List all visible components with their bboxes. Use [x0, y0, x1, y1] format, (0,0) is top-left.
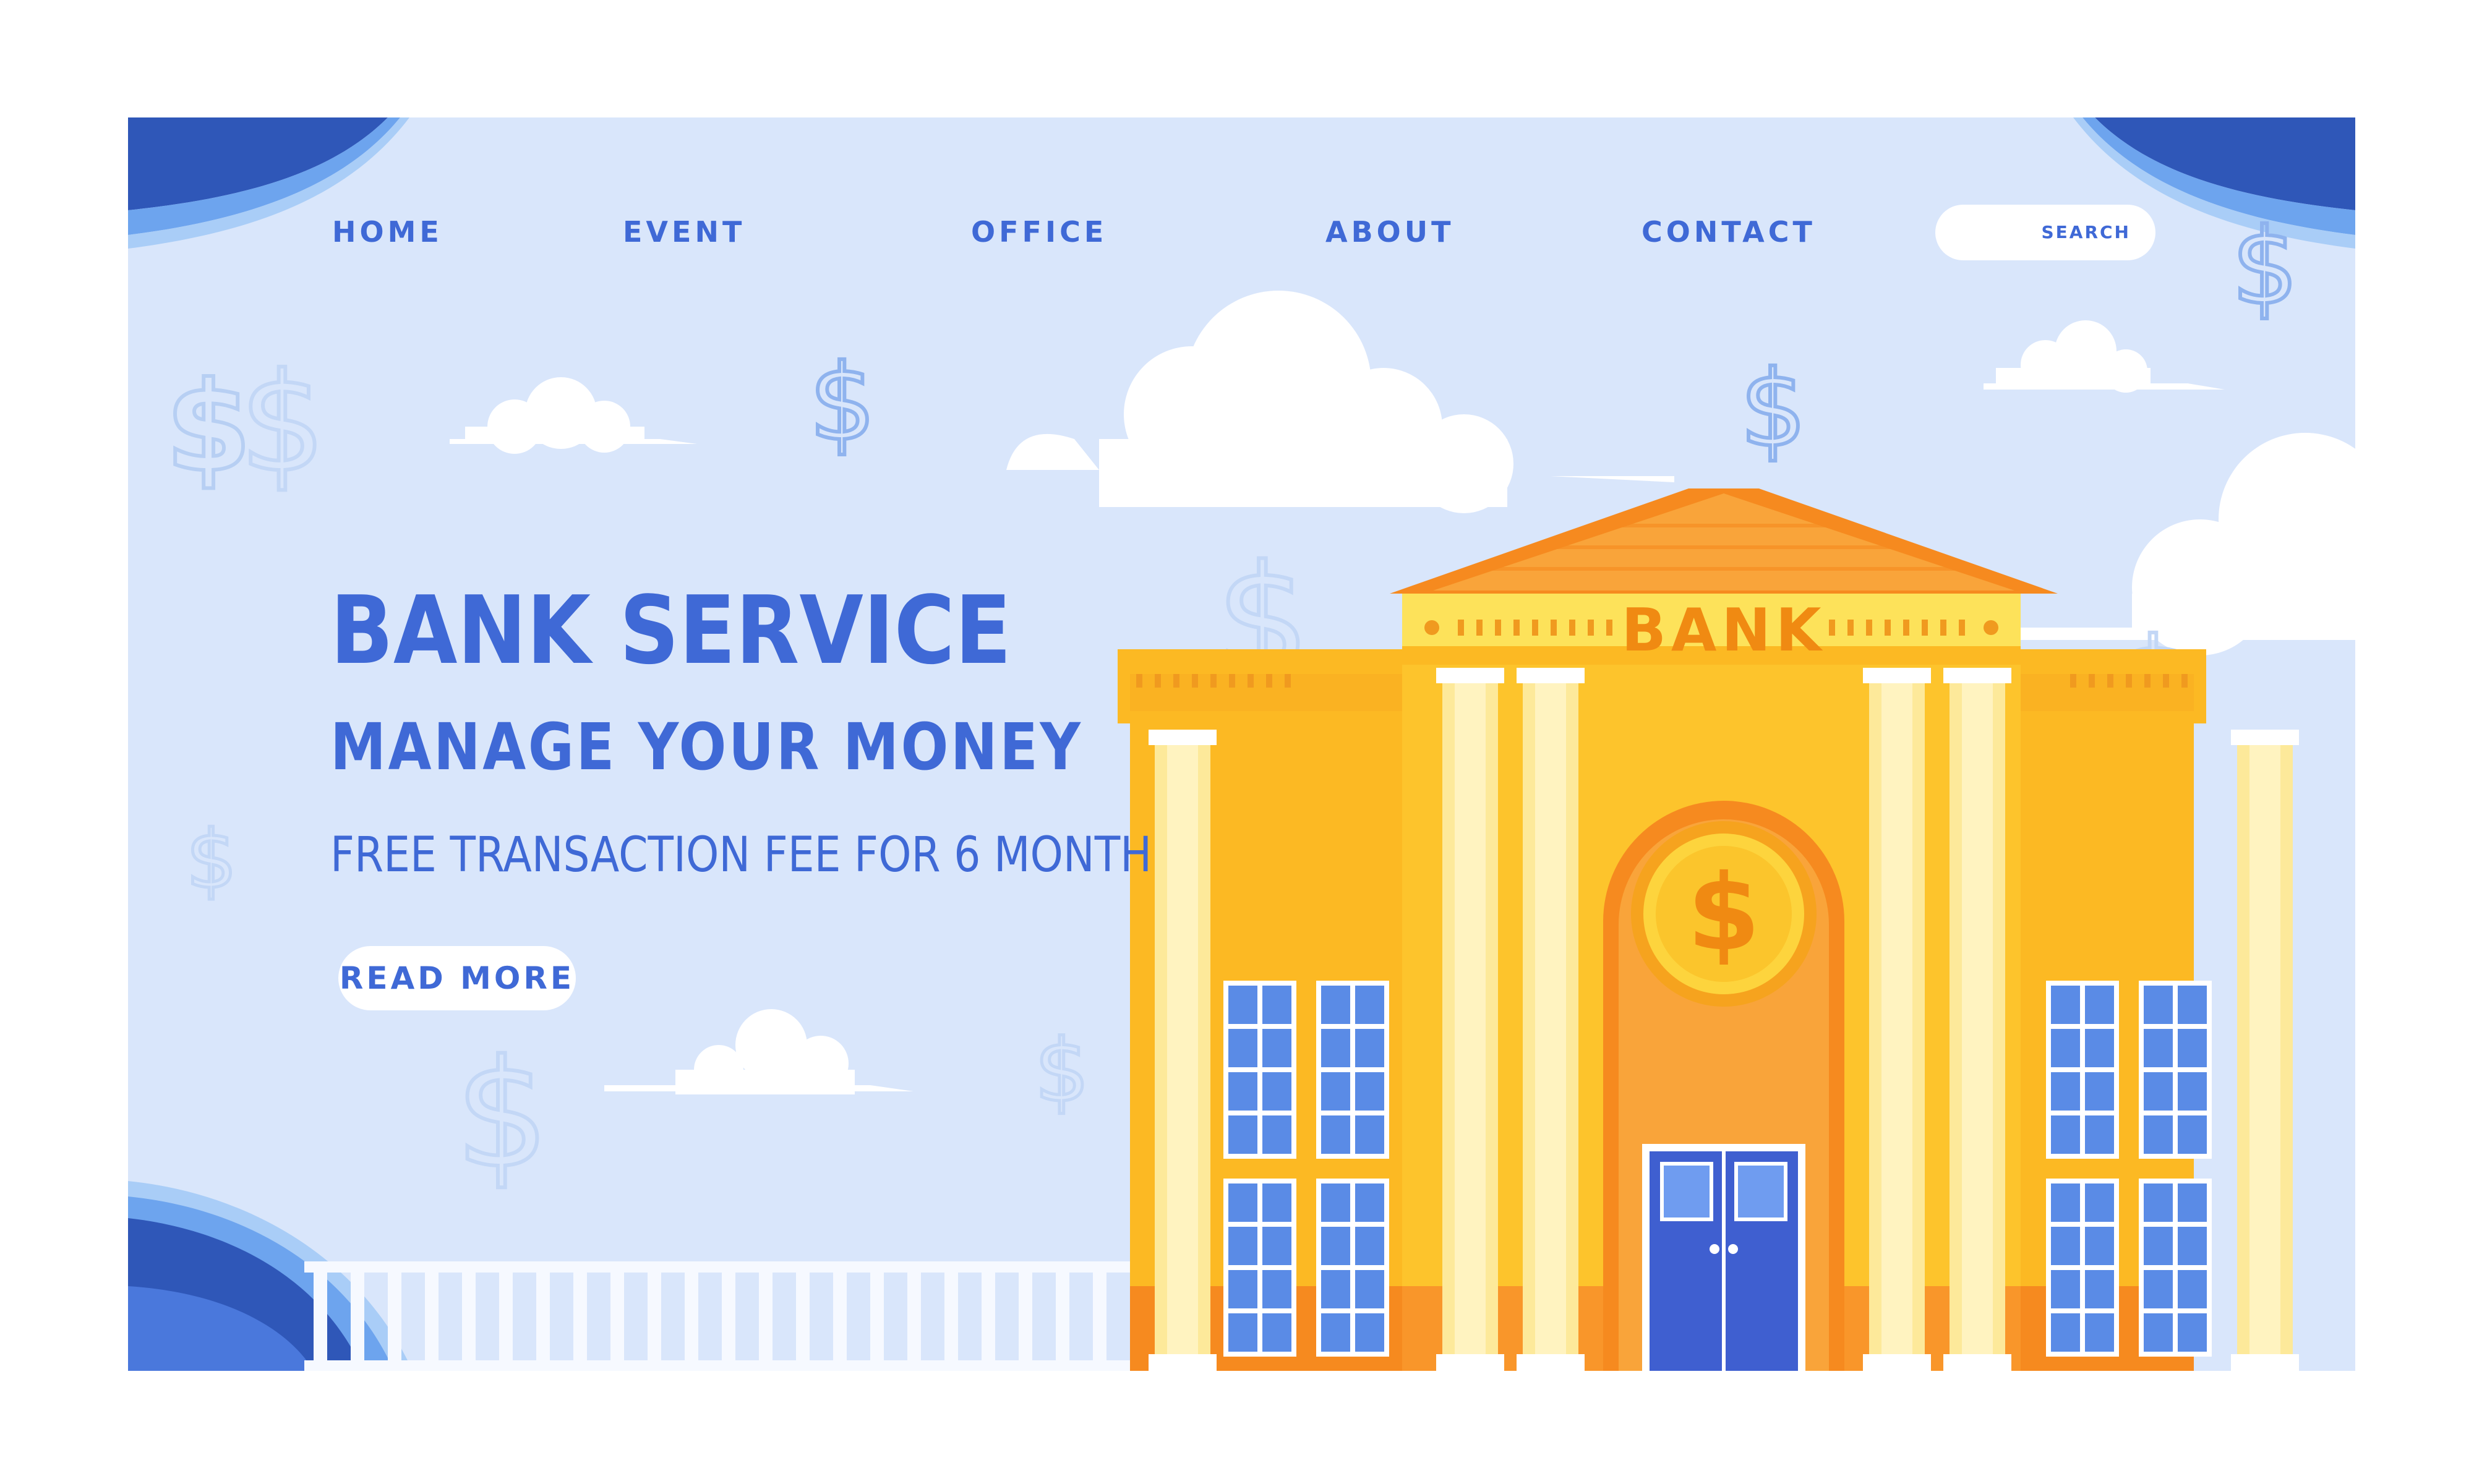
nav-event-link[interactable]: EVENT	[623, 216, 745, 247]
nav-about-link[interactable]: ABOUT	[1325, 216, 1455, 247]
bank-door	[1642, 1144, 1805, 1371]
dollar-sign-icon: $	[809, 342, 876, 464]
nav-contact-link[interactable]: CONTACT	[1641, 216, 1816, 247]
nav-office-link[interactable]: OFFICE	[971, 216, 1107, 247]
cloud-icon	[604, 1009, 914, 1094]
nav-home-link[interactable]: HOME	[332, 216, 443, 247]
dollar-sign-icon: $	[239, 344, 326, 502]
hero-title: BANK SERVICE	[330, 576, 1012, 685]
cloud-icon	[1984, 320, 2225, 393]
fence	[304, 1261, 1145, 1371]
search-bar[interactable]: SEARCH	[1935, 205, 2155, 260]
hero-offer-text: FREE TRANSACTION FEE FOR 6 MONTH	[330, 827, 1152, 883]
hero-subtitle: MANAGE YOUR MONEY	[330, 709, 1083, 785]
bank-building-icon: BANK $	[1118, 488, 2299, 1371]
svg-text:$: $	[1687, 852, 1760, 974]
dollar-sign-icon: $	[163, 354, 253, 501]
read-more-button[interactable]: READ MORE	[338, 946, 576, 1010]
dollar-sign-icon: $	[186, 812, 238, 906]
search-button[interactable]: SEARCH	[2041, 205, 2131, 260]
svg-text:$: $	[165, 356, 251, 500]
cloud-icon	[1006, 291, 1674, 513]
dollar-sign-icon: $	[1034, 1021, 1089, 1122]
dollar-sign-icon: $	[455, 1028, 550, 1201]
bank-sign: BANK	[1621, 597, 1826, 665]
wave-bottom-left	[128, 1181, 413, 1371]
dollar-sign-icon: $	[2232, 206, 2298, 328]
landing-page: $ $ $ $ $ $ $ $ $ $	[128, 117, 2355, 1371]
cloud-icon	[450, 377, 697, 454]
coin-icon: $	[1631, 821, 1817, 1007]
dollar-sign-icon: $	[1740, 348, 1807, 471]
